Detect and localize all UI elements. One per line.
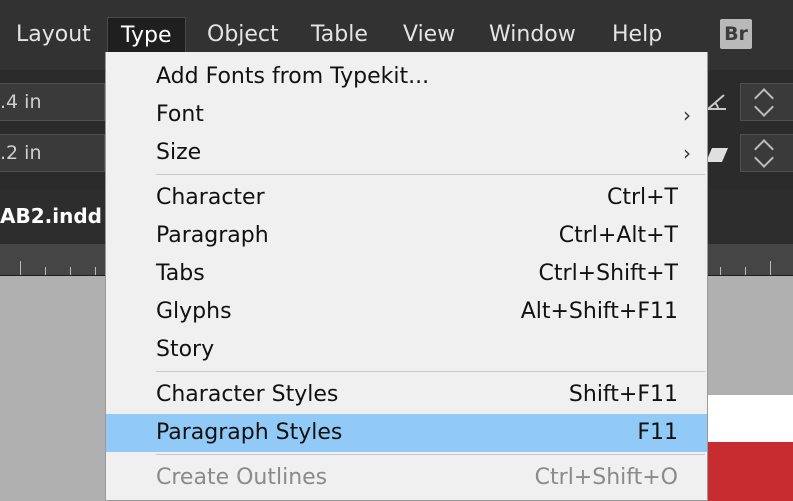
menu-table[interactable]: Table — [311, 17, 368, 53]
menu-item-label: Size — [156, 140, 202, 165]
menu-item-character[interactable]: Character Ctrl+T — [106, 179, 707, 217]
menu-item-label: Font — [156, 102, 204, 127]
menu-item-paragraph-styles[interactable]: Paragraph Styles F11 — [106, 414, 707, 452]
reference-field-1[interactable]: .4 in — [0, 83, 105, 121]
menu-item-paragraph[interactable]: Paragraph Ctrl+Alt+T — [106, 217, 707, 255]
ruler-tick — [720, 267, 721, 275]
menu-item-shortcut: Alt+Shift+F11 — [520, 299, 678, 324]
type-menu-dropdown: Add Fonts from Typekit... Font › Size › … — [105, 52, 708, 501]
bridge-button[interactable]: Br — [720, 19, 752, 49]
menu-item-label: Character — [156, 185, 265, 210]
menu-item-shortcut: Ctrl+Shift+T — [538, 261, 678, 286]
rotate-angle-stepper[interactable] — [740, 83, 793, 121]
menu-item-label: Create Outlines — [156, 465, 328, 490]
menu-separator — [156, 174, 705, 175]
ruler-tick — [20, 261, 21, 275]
menu-item-character-styles[interactable]: Character Styles Shift+F11 — [106, 376, 707, 414]
stepper-arrows[interactable] — [754, 135, 777, 171]
menu-item-label: Paragraph Styles — [156, 420, 343, 445]
menu-item-shortcut: Ctrl+Shift+O — [534, 465, 678, 490]
reference-field-2-value: .2 in — [0, 142, 42, 164]
menu-separator — [156, 454, 705, 455]
menu-type[interactable]: Type — [107, 17, 186, 53]
menu-item-tabs[interactable]: Tabs Ctrl+Shift+T — [106, 255, 707, 293]
menu-item-add-fonts-typekit[interactable]: Add Fonts from Typekit... — [106, 58, 707, 96]
menu-item-shortcut: Ctrl+T — [606, 185, 678, 210]
document-page[interactable] — [706, 395, 793, 442]
ruler-tick — [95, 267, 96, 275]
menu-item-label: Character Styles — [156, 382, 339, 407]
menu-item-shortcut: Shift+F11 — [568, 382, 678, 407]
ruler-tick — [45, 267, 46, 275]
menu-item-label: Tabs — [156, 261, 205, 286]
shear-angle-stepper[interactable] — [740, 134, 793, 172]
menu-layout[interactable]: Layout — [16, 17, 91, 53]
stepper-arrows[interactable] — [754, 84, 777, 120]
menu-item-story[interactable]: Story — [106, 331, 707, 369]
ruler-tick — [745, 267, 746, 275]
menu-help[interactable]: Help — [612, 17, 662, 53]
menu-item-label: Story — [156, 337, 215, 362]
submenu-chevron-right-icon: › — [683, 103, 691, 127]
submenu-chevron-right-icon: › — [683, 141, 691, 165]
ruler-tick — [770, 261, 771, 275]
reference-field-2[interactable]: .2 in — [0, 134, 105, 172]
menu-item-label: Glyphs — [156, 299, 232, 324]
menu-item-label: Add Fonts from Typekit... — [156, 64, 430, 89]
menu-item-font[interactable]: Font › — [106, 96, 707, 134]
menu-item-shortcut: F11 — [637, 420, 678, 445]
menu-item-shortcut: Ctrl+Alt+T — [558, 223, 678, 248]
page-red-graphic[interactable] — [706, 442, 793, 501]
rotate-angle-icon — [707, 94, 726, 110]
reference-field-1-value: .4 in — [0, 91, 42, 113]
menu-item-glyphs[interactable]: Glyphs Alt+Shift+F11 — [106, 293, 707, 331]
menu-view[interactable]: View — [403, 17, 455, 53]
menu-item-size[interactable]: Size › — [106, 134, 707, 172]
menu-item-create-outlines[interactable]: Create Outlines Ctrl+Shift+O — [106, 459, 707, 497]
shear-icon — [706, 148, 728, 162]
menu-object[interactable]: Object — [207, 17, 279, 53]
menu-separator — [156, 371, 705, 372]
menu-item-label: Paragraph — [156, 223, 269, 248]
ruler-tick — [70, 267, 71, 275]
menu-window[interactable]: Window — [489, 17, 576, 53]
